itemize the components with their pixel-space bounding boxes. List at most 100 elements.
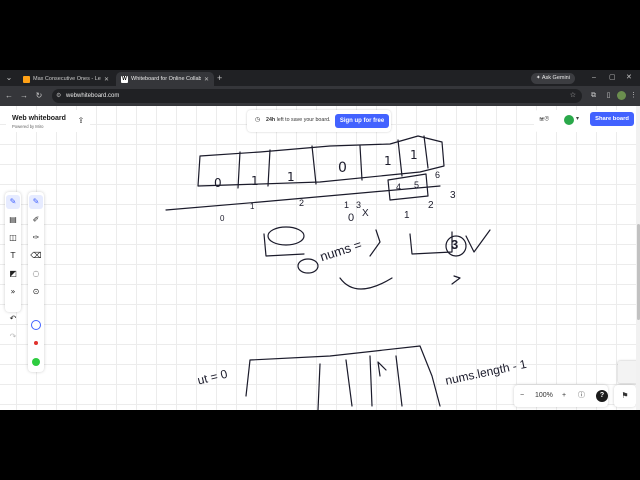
- sketch-cell-2: 1: [287, 170, 295, 184]
- sketch-cell-5: 1: [410, 148, 418, 162]
- bracket-right: [409, 231, 453, 255]
- feedback-flag-icon[interactable]: ⚑: [614, 385, 636, 407]
- leetcode-favicon-icon: [23, 75, 30, 83]
- sketch-cell-0: 0: [214, 176, 222, 190]
- help-button[interactable]: ?: [596, 390, 608, 402]
- extensions-icon[interactable]: ⧉: [588, 90, 599, 101]
- zoom-level[interactable]: 100%: [535, 389, 553, 403]
- brand-panel: Web whiteboard Powered by Miro ⇪: [6, 110, 90, 132]
- save-notice-bar: ◷ 24h left to save your board. Sign up f…: [247, 110, 391, 132]
- right-index: 2: [428, 200, 434, 211]
- marker-icon[interactable]: ✐: [29, 213, 43, 227]
- bookmark-star-icon[interactable]: ☆: [570, 89, 576, 103]
- share-board-button[interactable]: Share board: [590, 112, 634, 126]
- array-divider: [395, 355, 403, 407]
- lasso-select-icon[interactable]: ⊙: [29, 285, 43, 299]
- chevron-down-icon[interactable]: ▾: [576, 115, 579, 122]
- index-label: 1: [250, 202, 255, 211]
- index-label: 1: [344, 200, 350, 210]
- shapes-icon[interactable]: ◩: [6, 267, 20, 281]
- tab-whiteboard[interactable]: W Whiteboard for Online Collab... ✕: [116, 72, 214, 86]
- url-text: webwhiteboard.com: [66, 93, 120, 99]
- array-divider: [237, 151, 241, 189]
- split-view-icon[interactable]: ▯: [603, 90, 614, 101]
- array-divider: [311, 145, 317, 185]
- color-ring[interactable]: [31, 320, 41, 330]
- address-bar[interactable]: ⚙ webwhiteboard.com ☆: [52, 89, 582, 103]
- arc-stroke: [339, 277, 393, 290]
- save-notice-rest: left to save your board.: [275, 117, 331, 123]
- circled-index: [297, 258, 319, 274]
- right-index: 1: [404, 210, 410, 221]
- array-divider: [317, 363, 321, 410]
- right-index: 3: [450, 190, 456, 201]
- array-box-top: [197, 135, 445, 187]
- sign-up-button[interactable]: Sign up for free: [335, 114, 389, 128]
- check-mark: [465, 229, 491, 253]
- back-icon[interactable]: ←: [4, 91, 14, 101]
- count-label: 0: [348, 212, 355, 224]
- index-label: 5: [414, 180, 420, 190]
- green-color-dot[interactable]: [32, 358, 40, 366]
- reload-icon[interactable]: ↻: [34, 91, 44, 101]
- user-avatar[interactable]: [564, 115, 574, 125]
- save-notice-text: 24h left to save your board.: [266, 117, 331, 123]
- zoom-out-button[interactable]: −: [520, 389, 524, 403]
- pen-icon[interactable]: ✎: [29, 195, 43, 209]
- text-icon[interactable]: T: [6, 249, 20, 263]
- help-circle-icon[interactable]: ⓘ: [578, 389, 585, 403]
- index-label: 4: [396, 182, 402, 192]
- tab-strip: ⌄ Max Consecutive Ones - Leet... ✕ W Whi…: [0, 70, 640, 86]
- eraser-icon[interactable]: ⌫: [29, 249, 43, 263]
- tab-leetcode[interactable]: Max Consecutive Ones - Leet... ✕: [18, 72, 114, 86]
- maximize-button[interactable]: ▢: [609, 73, 616, 83]
- lasso-icon[interactable]: ◌: [29, 267, 43, 281]
- tab-close-icon[interactable]: ✕: [104, 76, 109, 83]
- sticky-icon[interactable]: ◫: [6, 231, 20, 245]
- new-tab-button[interactable]: +: [217, 73, 222, 83]
- export-icon[interactable]: ⇪: [76, 116, 86, 126]
- index-label: 2: [299, 198, 305, 208]
- whiteboard-canvas[interactable]: 0 1 1 0 1 1 0 1 2 3 4 5 6 1 0 X 1 2 3 nu…: [0, 106, 640, 410]
- ask-gemini-button[interactable]: ✦ Ask Gemini: [531, 73, 575, 84]
- close-window-button[interactable]: ✕: [626, 73, 632, 83]
- red-color-dot[interactable]: [34, 341, 38, 345]
- index-label: 6: [435, 170, 441, 180]
- zoom-in-button[interactable]: +: [562, 389, 566, 403]
- array-divider: [267, 149, 271, 187]
- sketch-cell-3: 0: [338, 160, 347, 176]
- more-icon[interactable]: »: [6, 285, 20, 299]
- whiteboard-favicon-icon: W: [121, 75, 128, 83]
- tab-search-icon[interactable]: ⌄: [4, 73, 14, 83]
- circled-index: [267, 226, 305, 246]
- site-info-icon[interactable]: ⚙: [56, 89, 61, 103]
- forward-icon[interactable]: →: [19, 91, 29, 101]
- pen-icon[interactable]: ✎: [6, 195, 20, 209]
- x-mark: X: [362, 208, 369, 219]
- tab-label: Max Consecutive Ones - Leet...: [33, 76, 101, 82]
- menu-icon[interactable]: ⋮: [628, 90, 639, 101]
- collaborators-icon[interactable]: ෂ⌾: [539, 114, 549, 124]
- array-divider: [359, 145, 363, 181]
- main-toolbar: ✎ ▤ ◫ T ◩ »: [5, 192, 21, 312]
- sketch-cell-1: 1: [251, 174, 259, 188]
- minimize-button[interactable]: –: [592, 73, 596, 83]
- small-mark: [451, 275, 461, 285]
- index-label: 3: [356, 200, 362, 210]
- answer-digit: 3: [451, 237, 459, 252]
- array-divider: [423, 135, 429, 169]
- array-box-bottom: [245, 345, 441, 407]
- profile-avatar[interactable]: [617, 91, 626, 100]
- array-divider: [397, 139, 403, 177]
- browser-chrome: ⌄ Max Consecutive Ones - Leet... ✕ W Whi…: [0, 70, 640, 106]
- brand-subtitle: Powered by Miro: [12, 124, 44, 129]
- redo-icon[interactable]: ↷: [6, 330, 20, 344]
- sticky-note-icon[interactable]: ▤: [6, 213, 20, 227]
- sketch-cell-4: 1: [384, 154, 392, 168]
- browser-toolbar: ← → ↻ ⚙ webwhiteboard.com ☆ ⧉ ▯ ⋮: [0, 86, 640, 106]
- tab-close-icon[interactable]: ✕: [204, 76, 209, 83]
- undo-icon[interactable]: ↶: [6, 312, 20, 326]
- highlighter-icon[interactable]: ✑: [29, 231, 43, 245]
- gemini-label: Ask Gemini: [541, 75, 570, 81]
- save-notice-hours: 24h: [266, 117, 276, 123]
